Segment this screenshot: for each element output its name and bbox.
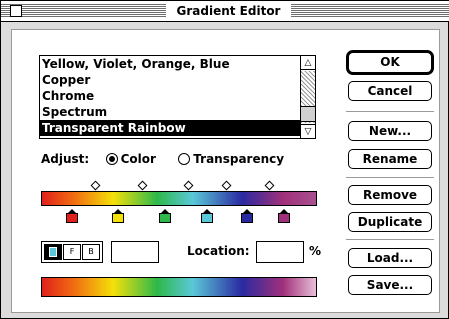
- scroll-down-arrow-icon[interactable]: ▽: [301, 124, 315, 138]
- button-divider: [346, 239, 434, 240]
- bg-color-stop-icon[interactable]: B: [82, 244, 100, 260]
- color-stop-icon[interactable]: [112, 209, 124, 223]
- button-divider: [346, 111, 434, 112]
- list-item-selected[interactable]: Transparent Rainbow: [40, 120, 301, 136]
- list-item[interactable]: Yellow, Violet, Orange, Blue: [40, 56, 301, 72]
- radio-selected-icon[interactable]: [105, 153, 118, 165]
- window-title: Gradient Editor: [166, 3, 291, 20]
- color-stop-icon[interactable]: [278, 209, 290, 223]
- list-item[interactable]: Spectrum: [40, 104, 301, 120]
- gradient-editor-window: Gradient Editor Yellow, Violet, Orange, …: [0, 0, 449, 319]
- save-button[interactable]: Save...: [348, 275, 432, 295]
- adjust-color-label[interactable]: Color: [121, 152, 156, 166]
- new-button[interactable]: New...: [348, 121, 432, 141]
- list-item[interactable]: Copper: [40, 72, 301, 88]
- adjust-transparency-label[interactable]: Transparency: [193, 152, 284, 166]
- location-label: Location:: [187, 244, 250, 258]
- remove-button[interactable]: Remove: [348, 185, 432, 205]
- ok-button[interactable]: OK: [346, 50, 434, 75]
- cancel-button[interactable]: Cancel: [348, 81, 432, 101]
- title-bar[interactable]: Gradient Editor: [1, 1, 449, 22]
- rename-button[interactable]: Rename: [348, 149, 432, 169]
- load-button[interactable]: Load...: [348, 248, 432, 268]
- scroll-up-arrow-icon[interactable]: △: [301, 56, 315, 70]
- color-stop-icon[interactable]: [159, 209, 171, 223]
- list-scrollbar[interactable]: △ ▽: [300, 56, 315, 138]
- fg-color-stop-icon[interactable]: F: [63, 244, 81, 260]
- adjust-row: Adjust: Color Transparency: [41, 151, 284, 167]
- percent-label: %: [309, 244, 322, 258]
- location-field[interactable]: [256, 241, 304, 263]
- duplicate-button[interactable]: Duplicate: [348, 212, 432, 232]
- stop-type-selector[interactable]: F B: [41, 241, 103, 263]
- close-box-icon[interactable]: [10, 5, 22, 17]
- scroll-thumb[interactable]: [301, 106, 315, 122]
- color-stop-icon[interactable]: [201, 209, 213, 223]
- foreground-stop-icon[interactable]: [44, 244, 62, 260]
- gradient-list[interactable]: Yellow, Violet, Orange, Blue Copper Chro…: [39, 55, 316, 139]
- button-divider: [346, 177, 434, 178]
- list-item[interactable]: Chrome: [40, 88, 301, 104]
- stop-color-swatch[interactable]: [111, 241, 159, 263]
- color-stop-icon[interactable]: [241, 209, 253, 223]
- color-stop-icon[interactable]: [66, 209, 78, 223]
- adjust-color-radio[interactable]: Color: [105, 152, 156, 166]
- gradient-color-bar[interactable]: [41, 191, 317, 206]
- gradient-preview-bar: [41, 277, 317, 297]
- adjust-transparency-radio[interactable]: Transparency: [178, 152, 284, 166]
- adjust-label: Adjust:: [41, 152, 90, 166]
- radio-unselected-icon[interactable]: [178, 153, 191, 165]
